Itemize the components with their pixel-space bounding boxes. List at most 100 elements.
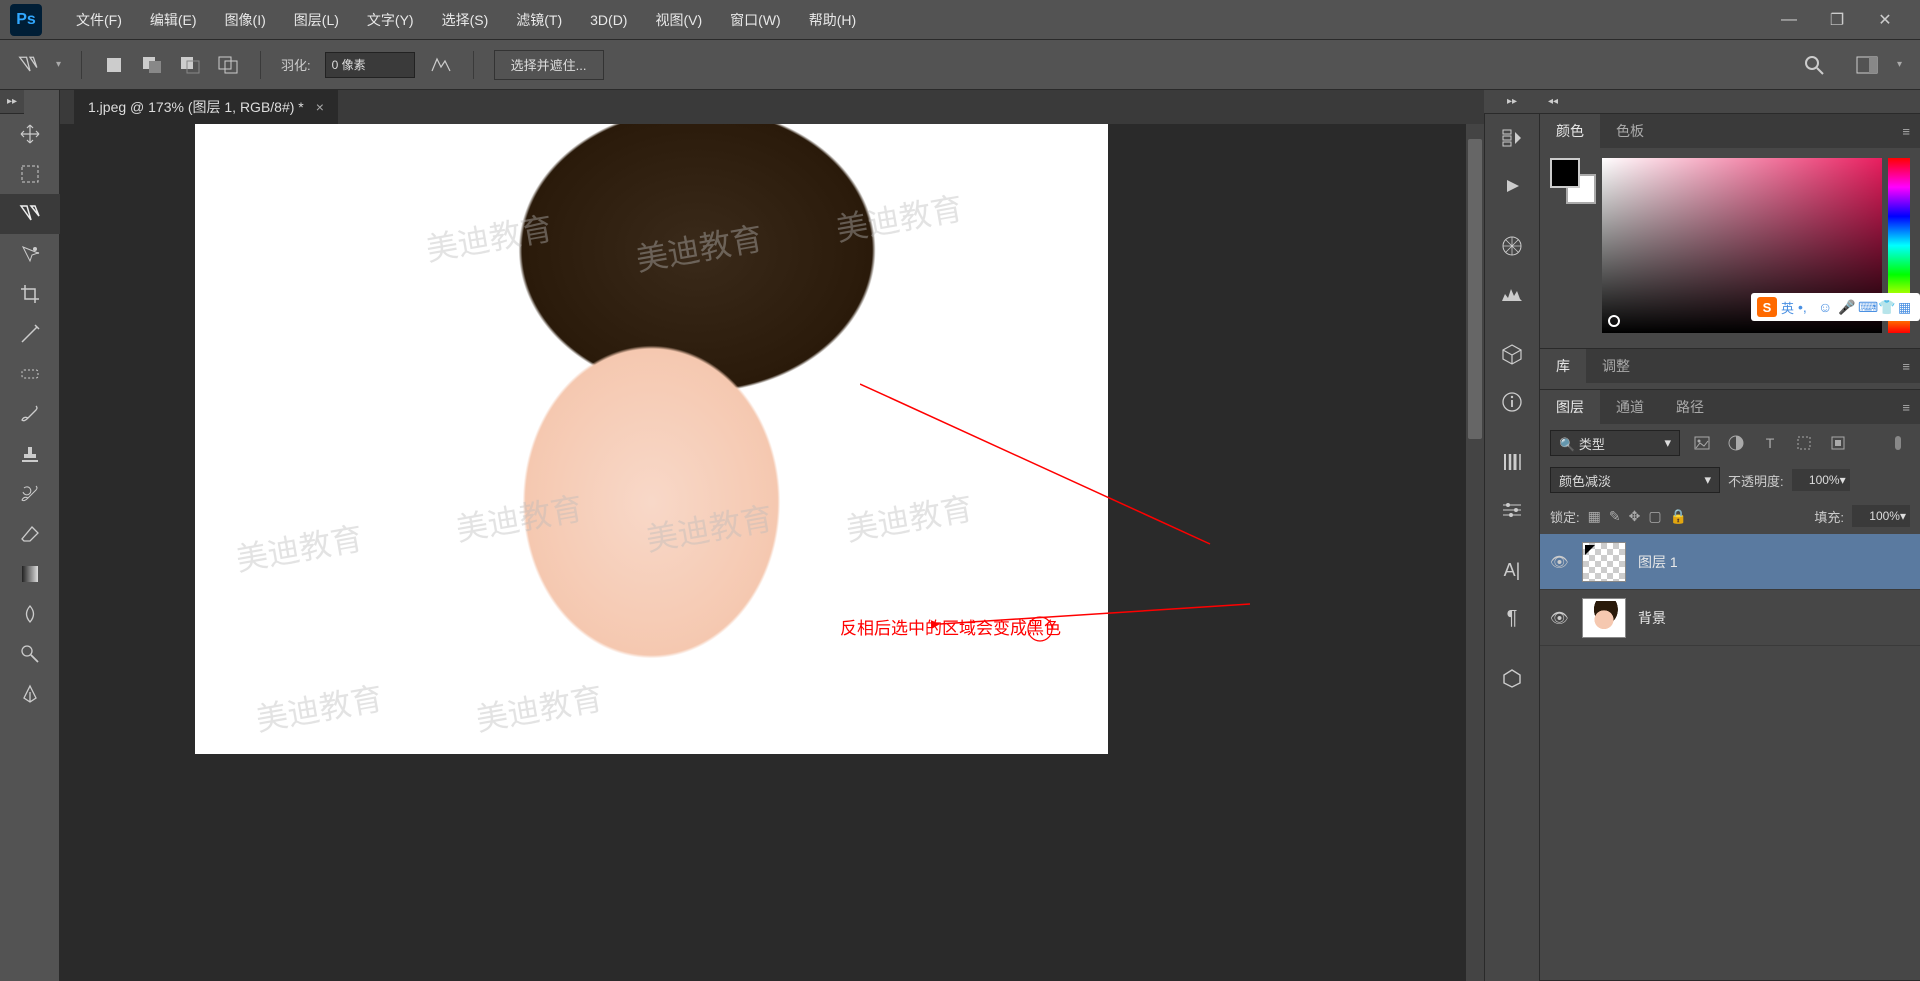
ime-skin-icon[interactable]: 👕 — [1878, 299, 1894, 315]
lock-transparency-icon[interactable]: ▦ — [1588, 508, 1601, 525]
histogram-panel-icon[interactable] — [1484, 270, 1540, 318]
fill-input[interactable]: 100% ▾ — [1852, 505, 1910, 527]
filter-adjust-icon[interactable] — [1724, 431, 1748, 455]
dodge-tool[interactable] — [0, 634, 60, 674]
history-brush-tool[interactable] — [0, 474, 60, 514]
ime-lang-label[interactable]: 英 — [1781, 298, 1794, 317]
chevron-down-icon[interactable]: ▾ — [56, 59, 61, 70]
ime-voice-icon[interactable]: 🎤 — [1838, 299, 1854, 315]
blur-tool[interactable] — [0, 594, 60, 634]
tab-swatches[interactable]: 色板 — [1600, 114, 1660, 148]
selection-add-icon[interactable] — [140, 53, 164, 77]
ime-toolbox-icon[interactable]: ▦ — [1898, 299, 1914, 315]
ime-emoji-icon[interactable]: ☺ — [1818, 299, 1834, 315]
quick-select-tool[interactable] — [0, 234, 60, 274]
filter-smart-icon[interactable] — [1826, 431, 1850, 455]
ime-punct-icon[interactable]: •, — [1798, 299, 1814, 315]
layer-item[interactable]: 👁 背景 — [1540, 590, 1920, 646]
eraser-tool[interactable] — [0, 514, 60, 554]
selection-subtract-icon[interactable] — [178, 53, 202, 77]
menu-layer[interactable]: 图层(L) — [280, 0, 353, 39]
layer-name[interactable]: 图层 1 — [1638, 552, 1678, 572]
chevron-down-icon[interactable]: ▾ — [1897, 59, 1902, 70]
panel-menu-icon[interactable]: ≡ — [1892, 359, 1920, 374]
document-tab[interactable]: 1.jpeg @ 173% (图层 1, RGB/8#) * × — [74, 90, 338, 124]
paragraph-panel-icon[interactable]: ¶ — [1484, 594, 1540, 642]
layer-item[interactable]: 👁 图层 1 — [1540, 534, 1920, 590]
tab-paths[interactable]: 路径 — [1660, 390, 1720, 424]
sogou-ime-icon[interactable]: S — [1757, 297, 1777, 317]
window-close-button[interactable]: ✕ — [1870, 8, 1900, 32]
visibility-eye-icon[interactable]: 👁 — [1550, 609, 1570, 627]
filter-type-icon[interactable]: T — [1758, 431, 1782, 455]
navigator-panel-icon[interactable] — [1484, 222, 1540, 270]
ime-keyboard-icon[interactable]: ⌨ — [1858, 299, 1874, 315]
close-icon[interactable]: × — [316, 99, 324, 115]
info-panel-icon[interactable] — [1484, 378, 1540, 426]
3d-panel-icon[interactable] — [1484, 330, 1540, 378]
brush-tool[interactable] — [0, 394, 60, 434]
menu-window[interactable]: 窗口(W) — [716, 0, 795, 39]
menu-view[interactable]: 视图(V) — [641, 0, 716, 39]
lock-position-icon[interactable]: ✥ — [1629, 508, 1641, 525]
layer-thumbnail[interactable] — [1582, 542, 1626, 582]
feather-input[interactable] — [325, 52, 415, 78]
marquee-tool[interactable] — [0, 154, 60, 194]
move-tool[interactable] — [0, 114, 60, 154]
panel-expand-button[interactable]: ▸▸ — [1484, 90, 1540, 114]
lock-image-icon[interactable]: ✎ — [1609, 508, 1621, 525]
lock-artboard-icon[interactable]: ▢ — [1648, 508, 1661, 525]
crop-tool[interactable] — [0, 274, 60, 314]
lock-all-icon[interactable]: 🔒 — [1670, 508, 1687, 525]
layer-name[interactable]: 背景 — [1638, 608, 1666, 628]
filter-toggle-icon[interactable] — [1886, 431, 1910, 455]
pen-tool[interactable] — [0, 674, 60, 714]
menu-select[interactable]: 选择(S) — [428, 0, 503, 39]
menu-filter[interactable]: 滤镜(T) — [502, 0, 576, 39]
brush-settings-panel-icon[interactable] — [1484, 486, 1540, 534]
antialias-icon[interactable] — [429, 53, 453, 77]
actions-panel-icon[interactable] — [1484, 162, 1540, 210]
brushes-panel-icon[interactable] — [1484, 438, 1540, 486]
blend-mode-select[interactable]: 颜色减淡 ▾ — [1550, 467, 1720, 493]
panel-menu-icon[interactable]: ≡ — [1892, 124, 1920, 139]
selection-intersect-icon[interactable] — [216, 53, 240, 77]
tab-channels[interactable]: 通道 — [1600, 390, 1660, 424]
select-and-mask-button[interactable]: 选择并遮住... — [494, 50, 604, 80]
tool-preset-icon[interactable] — [18, 53, 42, 77]
lasso-tool[interactable] — [0, 194, 60, 234]
workspace-switcher-icon[interactable] — [1855, 53, 1879, 77]
ime-toolbar[interactable]: S 英 •, ☺ 🎤 ⌨ 👕 ▦ — [1751, 293, 1920, 321]
window-restore-button[interactable]: ❐ — [1822, 8, 1852, 32]
toolbox-expand-button[interactable]: ▸▸ — [0, 90, 24, 114]
heal-tool[interactable] — [0, 354, 60, 394]
eyedropper-tool[interactable] — [0, 314, 60, 354]
menu-help[interactable]: 帮助(H) — [795, 0, 870, 39]
window-minimize-button[interactable]: — — [1774, 8, 1804, 32]
search-icon[interactable] — [1803, 54, 1825, 76]
color-picker-cursor[interactable] — [1608, 315, 1620, 327]
tab-adjustments[interactable]: 调整 — [1586, 349, 1646, 383]
opacity-input[interactable]: 100% ▾ — [1792, 469, 1850, 491]
menu-image[interactable]: 图像(I) — [211, 0, 280, 39]
panel-menu-icon[interactable]: ≡ — [1892, 400, 1920, 415]
tab-layers[interactable]: 图层 — [1540, 390, 1600, 424]
visibility-eye-icon[interactable]: 👁 — [1550, 553, 1570, 571]
canvas-viewport[interactable]: 美迪教育 美迪教育 美迪教育 美迪教育 美迪教育 美迪教育 美迪教育 美迪教育 … — [60, 124, 1484, 981]
vertical-scrollbar[interactable] — [1466, 124, 1484, 981]
stamp-tool[interactable] — [0, 434, 60, 474]
tab-library[interactable]: 库 — [1540, 349, 1586, 383]
layer-thumbnail[interactable] — [1582, 598, 1626, 638]
panel-collapse-button[interactable]: ◂◂ — [1540, 90, 1920, 114]
filter-shape-icon[interactable] — [1792, 431, 1816, 455]
foreground-background-swatch[interactable] — [1550, 158, 1596, 204]
character-panel-icon[interactable]: A| — [1484, 546, 1540, 594]
menu-edit[interactable]: 编辑(E) — [136, 0, 211, 39]
foreground-color-swatch[interactable] — [1550, 158, 1580, 188]
tab-color[interactable]: 颜色 — [1540, 114, 1600, 148]
layer-filter-type-select[interactable]: 🔍 类型 ▾ — [1550, 430, 1680, 456]
selection-new-icon[interactable] — [102, 53, 126, 77]
filter-pixel-icon[interactable] — [1690, 431, 1714, 455]
menu-file[interactable]: 文件(F) — [62, 0, 136, 39]
history-panel-icon[interactable] — [1484, 114, 1540, 162]
